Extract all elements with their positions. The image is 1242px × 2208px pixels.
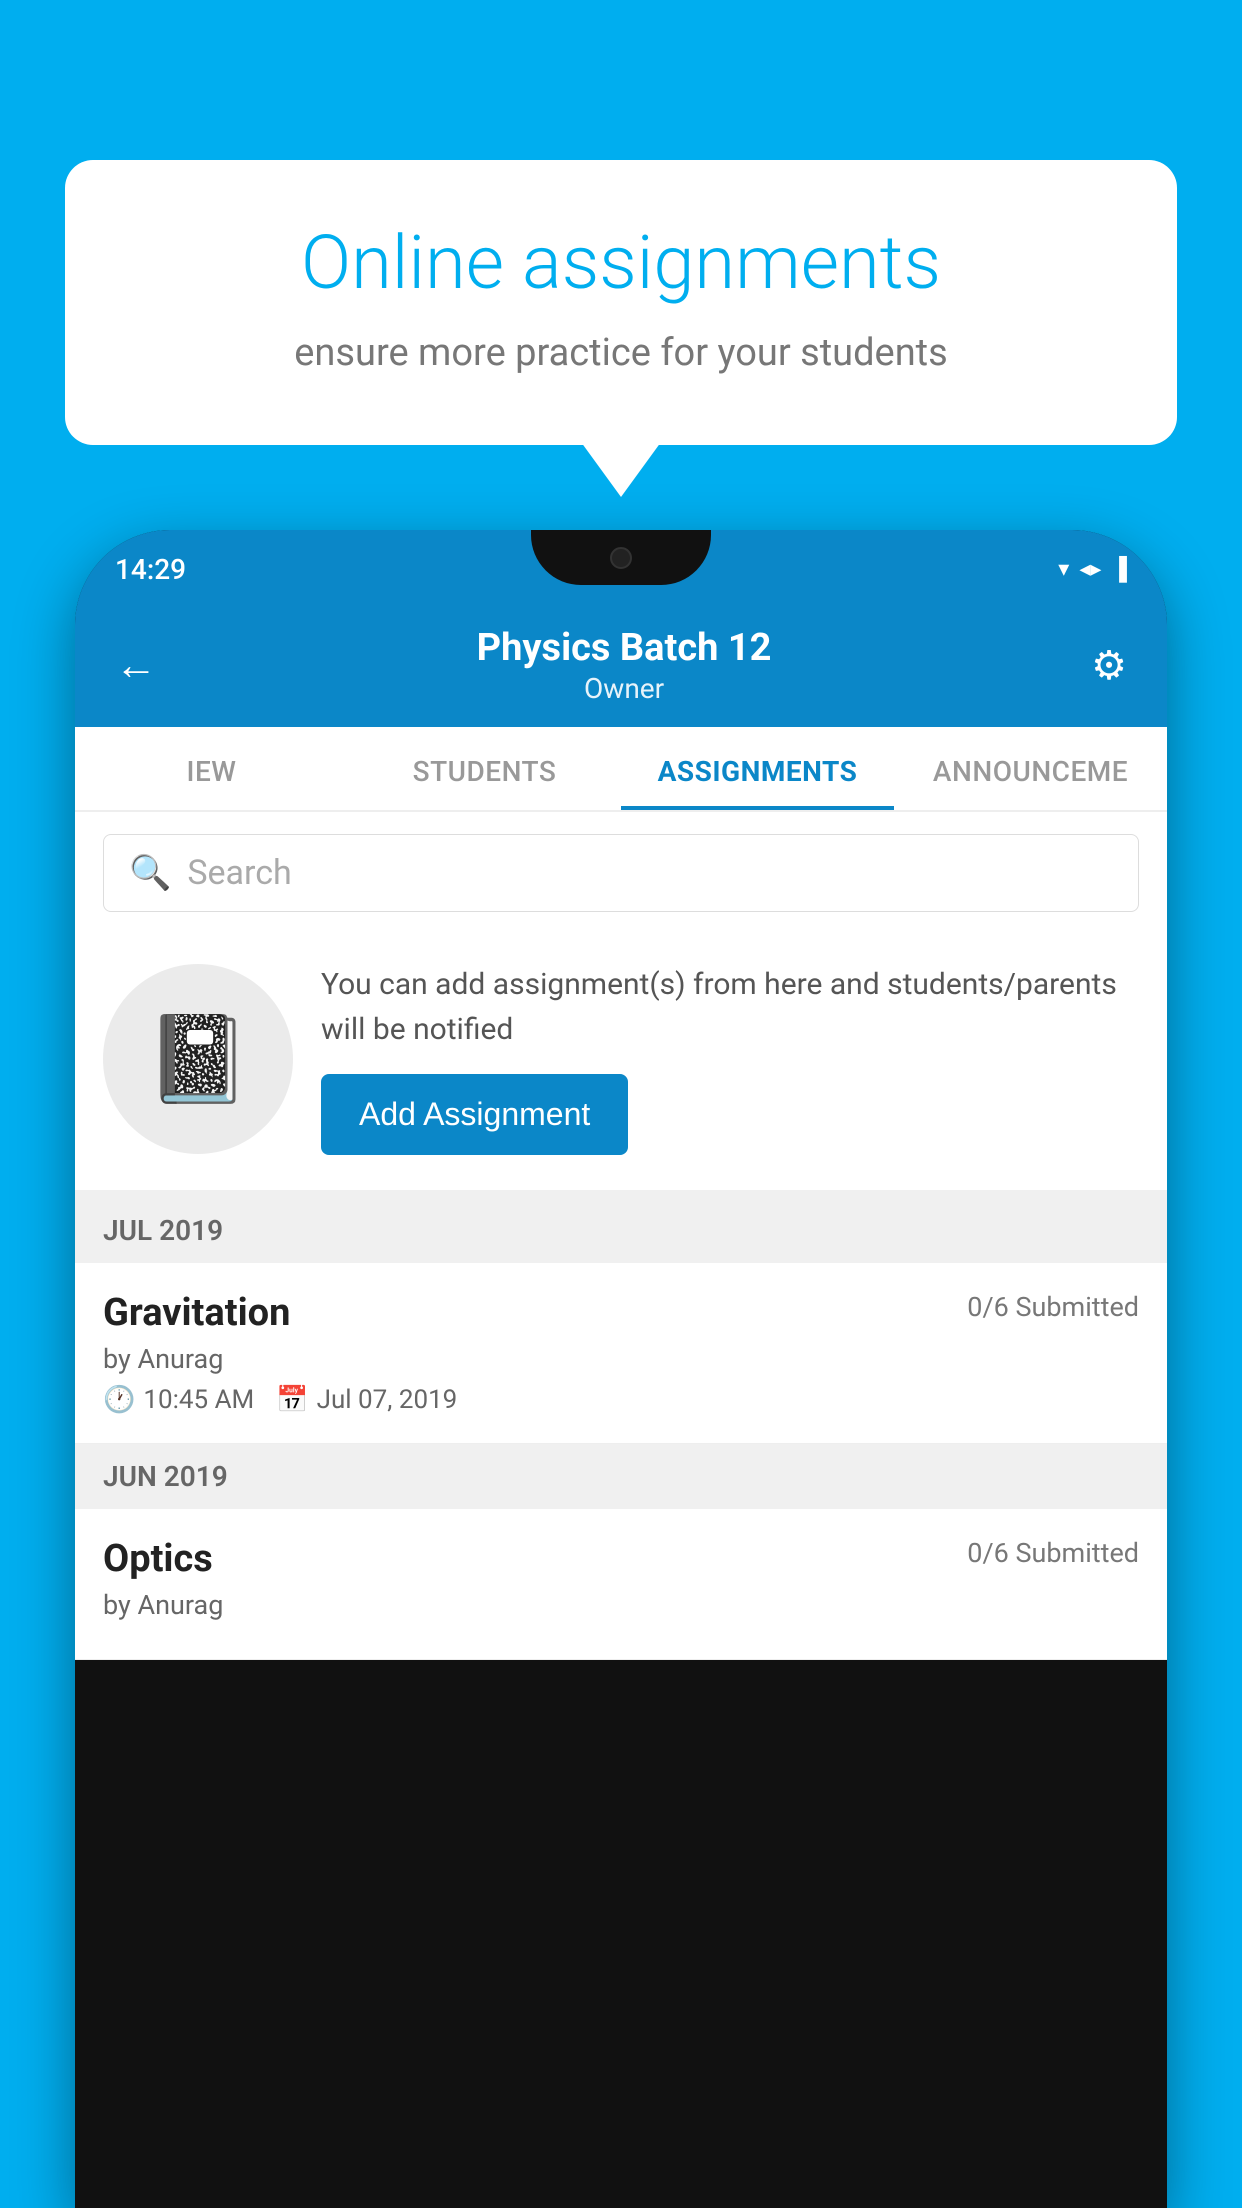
clock-icon: 🕐 — [103, 1385, 135, 1415]
tab-iew[interactable]: IEW — [75, 727, 348, 810]
assignment-name: Gravitation — [103, 1291, 290, 1335]
notebook-icon: 📓 — [145, 1009, 251, 1109]
assignment-item-optics[interactable]: Optics 0/6 Submitted by Anurag — [75, 1509, 1167, 1660]
assignment-submitted-optics: 0/6 Submitted — [967, 1537, 1139, 1569]
phone-notch — [531, 530, 711, 585]
promo-text-area: You can add assignment(s) from here and … — [321, 962, 1139, 1155]
assignment-item-gravitation[interactable]: Gravitation 0/6 Submitted by Anurag 🕐 10… — [75, 1263, 1167, 1444]
assignment-submitted: 0/6 Submitted — [967, 1291, 1139, 1323]
add-assignment-button[interactable]: Add Assignment — [321, 1074, 628, 1155]
assignment-author: by Anurag — [103, 1343, 1139, 1375]
section-header-jul: JUL 2019 — [75, 1198, 1167, 1263]
assignment-name-optics: Optics — [103, 1537, 213, 1581]
search-placeholder-text: Search — [187, 853, 291, 893]
tab-students[interactable]: STUDENTS — [348, 727, 621, 810]
app-header: ← Physics Batch 12 Owner ⚙ — [75, 608, 1167, 727]
assignment-time: 10:45 AM — [143, 1385, 254, 1415]
tab-students-label: STUDENTS — [413, 755, 557, 788]
assignment-top-row-optics: Optics 0/6 Submitted — [103, 1537, 1139, 1581]
phone-camera — [610, 547, 632, 569]
speech-bubble: Online assignments ensure more practice … — [65, 160, 1177, 445]
battery-icon: ▐ — [1111, 556, 1127, 582]
settings-icon[interactable]: ⚙ — [1091, 642, 1127, 689]
meta-date: 📅 Jul 07, 2019 — [276, 1385, 457, 1415]
calendar-icon: 📅 — [276, 1385, 308, 1415]
tab-assignments[interactable]: ASSIGNMENTS — [621, 727, 894, 810]
status-bar: 14:29 ▾ ◂▸ ▐ — [75, 530, 1167, 608]
meta-time: 🕐 10:45 AM — [103, 1385, 254, 1415]
status-icons: ▾ ◂▸ ▐ — [1058, 556, 1127, 582]
promo-description: You can add assignment(s) from here and … — [321, 962, 1139, 1052]
assignment-date: Jul 07, 2019 — [317, 1385, 458, 1415]
search-icon: 🔍 — [129, 853, 171, 893]
phone-frame: 14:29 ▾ ◂▸ ▐ ← Physics Batch 12 Owner ⚙ … — [75, 530, 1167, 2208]
tab-assignments-label: ASSIGNMENTS — [658, 755, 858, 788]
speech-bubble-title: Online assignments — [135, 220, 1107, 309]
speech-bubble-subtitle: ensure more practice for your students — [135, 331, 1107, 375]
assignment-author-optics: by Anurag — [103, 1589, 1139, 1621]
section-header-jul-text: JUL 2019 — [103, 1214, 223, 1247]
tabs-container: IEW STUDENTS ASSIGNMENTS ANNOUNCEME — [75, 727, 1167, 812]
header-title-group: Physics Batch 12 Owner — [477, 626, 772, 705]
search-bar[interactable]: 🔍 Search — [103, 834, 1139, 912]
wifi-icon: ▾ — [1058, 557, 1069, 582]
assignment-top-row: Gravitation 0/6 Submitted — [103, 1291, 1139, 1335]
section-header-jun: JUN 2019 — [75, 1444, 1167, 1509]
assignment-meta: 🕐 10:45 AM 📅 Jul 07, 2019 — [103, 1385, 1139, 1415]
assignment-promo: 📓 You can add assignment(s) from here an… — [75, 934, 1167, 1198]
section-header-jun-text: JUN 2019 — [103, 1460, 228, 1493]
status-time: 14:29 — [115, 553, 186, 586]
tab-announcements[interactable]: ANNOUNCEME — [894, 727, 1167, 810]
batch-title: Physics Batch 12 — [477, 626, 772, 670]
tab-iew-label: IEW — [187, 755, 237, 788]
phone-content: 🔍 Search 📓 You can add assignment(s) fro… — [75, 812, 1167, 1660]
promo-icon-circle: 📓 — [103, 964, 293, 1154]
back-button[interactable]: ← — [115, 641, 157, 690]
speech-bubble-container: Online assignments ensure more practice … — [65, 160, 1177, 445]
signal-icon: ◂▸ — [1079, 557, 1101, 582]
batch-subtitle: Owner — [477, 672, 772, 705]
tab-announcements-label: ANNOUNCEME — [933, 755, 1128, 788]
search-bar-container: 🔍 Search — [75, 812, 1167, 934]
